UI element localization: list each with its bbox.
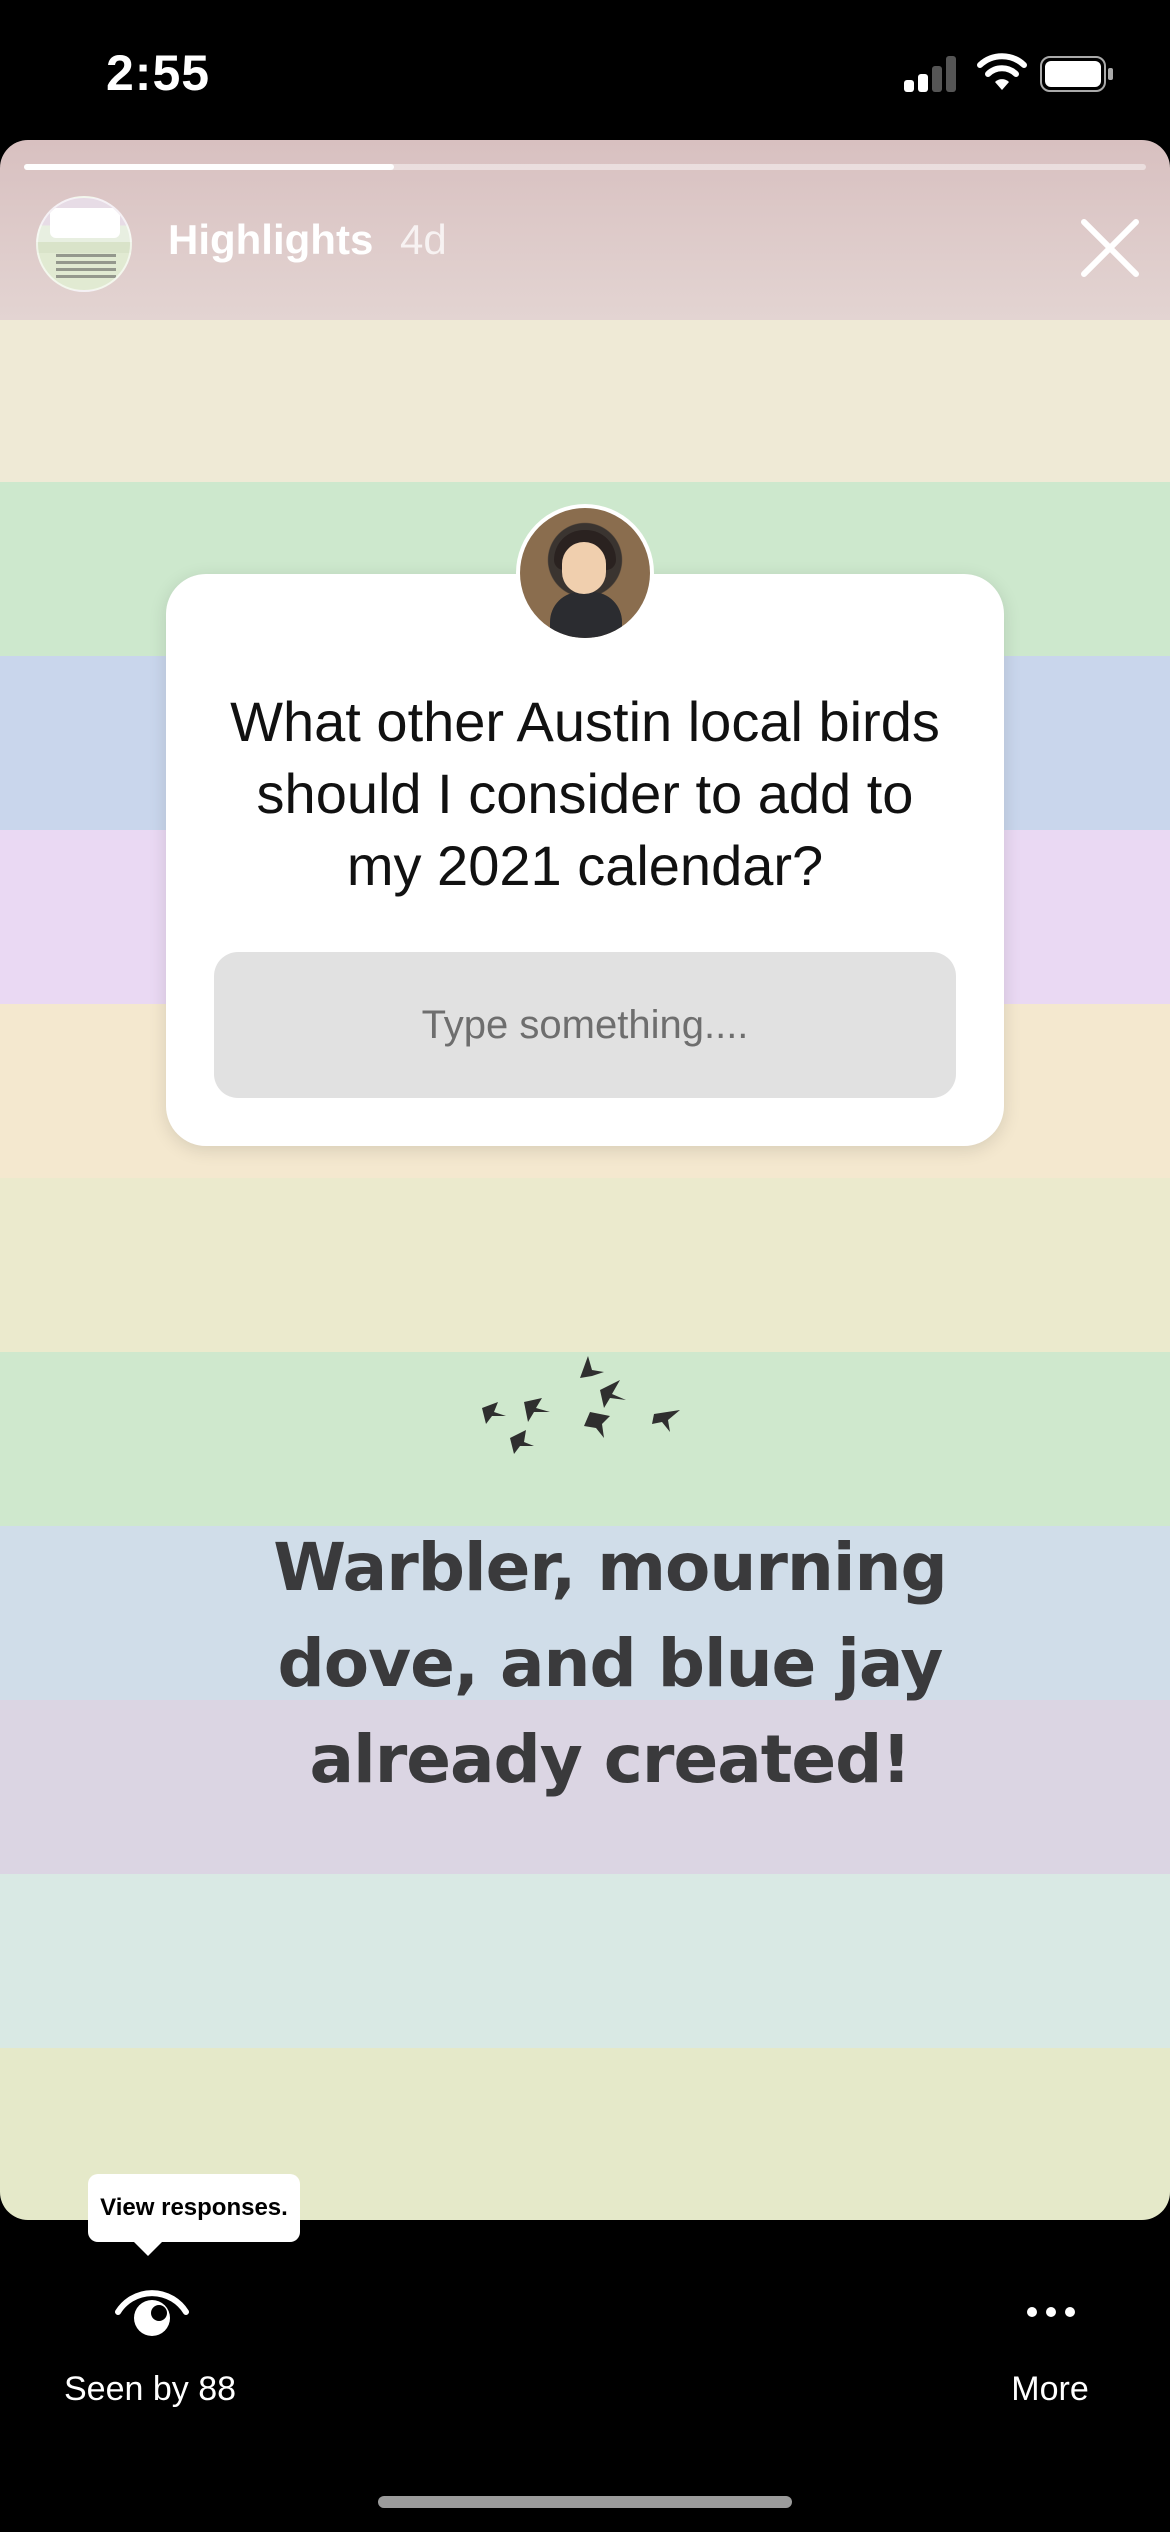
wifi-icon <box>977 53 1027 90</box>
question-sticker[interactable]: What other Austin local birds should I c… <box>166 574 1004 1146</box>
more-dots-icon <box>1027 2307 1075 2317</box>
battery-icon <box>1040 56 1113 92</box>
eye-icon <box>115 2290 189 2336</box>
view-responses-tooltip[interactable]: View responses. <box>88 2174 300 2242</box>
story-age: 4d <box>400 216 447 263</box>
close-icon[interactable] <box>1070 208 1150 288</box>
story-progress-fill <box>24 164 395 170</box>
story-card[interactable]: Highlights 4d What other Austin local bi… <box>0 140 1170 2220</box>
story-caption: Warbler, mourning dove, and blue jay alr… <box>273 1529 948 1798</box>
story-title[interactable]: Highlights <box>168 216 373 264</box>
background-stripe <box>0 1874 1170 2048</box>
status-time: 2:55 <box>106 45 211 101</box>
answer-input[interactable]: Type something.... <box>214 952 956 1098</box>
status-bar: 2:55 <box>0 0 1170 140</box>
question-text: What other Austin local birds should I c… <box>230 690 940 897</box>
seen-by-label: Seen by 88 <box>63 2370 237 2408</box>
seen-by-button[interactable]: Seen by 88 <box>40 2282 260 2422</box>
tooltip-arrow <box>132 2240 164 2256</box>
more-label: More <box>1011 2370 1089 2408</box>
cellular-signal-icon <box>904 56 958 92</box>
highlight-avatar[interactable] <box>36 196 132 292</box>
story-header: Highlights 4d <box>0 180 1170 300</box>
question-avatar <box>516 504 654 642</box>
background-stripe <box>0 1178 1170 1352</box>
more-button[interactable]: More <box>970 2282 1130 2422</box>
story-progress-bar <box>24 164 1146 170</box>
highlight-thumbnail-text <box>56 254 116 282</box>
birds-illustration <box>482 1356 680 1454</box>
home-indicator[interactable] <box>378 2496 792 2508</box>
highlight-thumbnail-card <box>50 208 120 238</box>
